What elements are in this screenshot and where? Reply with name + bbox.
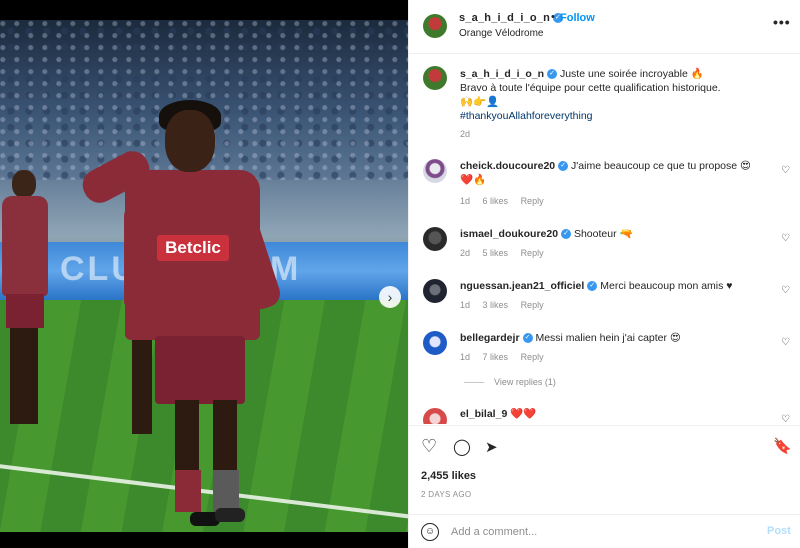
comment-text: bellegardejr ✓ Messi malien hein j'ai cap… xyxy=(460,331,770,345)
like-comment-heart-icon[interactable]: ♡ xyxy=(781,165,790,176)
post-comment-button[interactable]: Post xyxy=(767,525,791,537)
more-options-icon[interactable]: ••• xyxy=(773,14,791,30)
caption-username[interactable]: s_a_h_i_d_i_o_n xyxy=(460,68,544,80)
caption-time-text: 2d xyxy=(460,129,471,139)
comment-input[interactable] xyxy=(451,523,751,541)
like-comment-heart-icon[interactable]: ♡ xyxy=(781,285,790,296)
comment-likes[interactable]: 3 likes xyxy=(483,300,509,310)
comment-avatar[interactable] xyxy=(423,227,447,251)
add-comment-bar: ☺ Post xyxy=(409,514,800,548)
comment-body-line2: ❤️🔥 xyxy=(460,174,487,186)
verified-icon: ✓ xyxy=(547,69,558,80)
comment-body: J'aime beaucoup ce que tu propose 😍 xyxy=(571,160,751,172)
background-player xyxy=(0,170,48,430)
comment-username[interactable]: bellegardejr xyxy=(460,332,520,344)
comment-time: 2d xyxy=(460,248,471,258)
comment-text: ismael_doukoure20 ✓ Shooteur 🔫 xyxy=(460,227,770,241)
author-username-text[interactable]: s_a_h_i_d_i_o_n xyxy=(459,12,550,24)
like-comment-heart-icon[interactable]: ♡ xyxy=(781,233,790,244)
post-actions: ♡ ◯ ➤ 🔖 2,455 likes 2 DAYS AGO xyxy=(409,425,800,515)
like-comment-heart-icon[interactable]: ♡ xyxy=(781,414,790,424)
comment-item: nguessan.jean21_officiel ✓ Merci beaucoup… xyxy=(409,276,800,328)
like-heart-icon[interactable]: ♡ xyxy=(421,436,437,457)
comment-avatar[interactable] xyxy=(423,408,447,424)
comment-username[interactable]: ismael_doukoure20 xyxy=(460,228,558,240)
share-send-icon[interactable]: ➤ xyxy=(485,438,498,456)
comment-username[interactable]: cheick.doucoure20 xyxy=(460,160,555,172)
verified-icon: ✓ xyxy=(522,333,533,344)
post-side-panel: s_a_h_i_d_i_o_n ✓ • Follow Orange Vélodro… xyxy=(408,0,800,548)
reply-button[interactable]: Reply xyxy=(521,196,544,206)
comment-item: ismael_doukoure20 ✓ Shooteur 🔫 ♡ 2d 5 lik… xyxy=(409,224,800,276)
author-username[interactable]: s_a_h_i_d_i_o_n ✓ xyxy=(459,12,564,24)
likes-count[interactable]: 2,455 likes xyxy=(421,470,476,482)
comment-time: 1d xyxy=(460,300,471,310)
follow-button[interactable]: Follow xyxy=(560,12,595,24)
comment-item: bellegardejr ✓ Messi malien hein j'ai cap… xyxy=(409,328,800,380)
comment-meta: 1d 7 likes Reply xyxy=(460,352,554,362)
like-comment-heart-icon[interactable]: ♡ xyxy=(781,337,790,348)
comment-text: el_bilal_9 ❤️❤️ xyxy=(460,407,770,421)
comment-time: 1d xyxy=(460,352,471,362)
comment-avatar[interactable] xyxy=(423,159,447,183)
comment-item: el_bilal_9 ❤️❤️ ♡ xyxy=(409,404,800,424)
comment-meta: 2d 5 likes Reply xyxy=(460,248,554,258)
comment-body: Shooteur 🔫 xyxy=(573,228,633,240)
comment-meta: 1d 3 likes Reply xyxy=(460,300,554,310)
author-avatar[interactable] xyxy=(423,14,447,38)
location-link[interactable]: Orange Vélodrome xyxy=(459,28,544,39)
comment-likes[interactable]: 5 likes xyxy=(483,248,509,258)
replies-divider xyxy=(464,382,484,384)
main-player: Betclic xyxy=(77,100,300,532)
emoji-icon[interactable]: ☺ xyxy=(421,523,439,541)
caption-line1: Juste une soirée incroyable 🔥 xyxy=(559,68,704,80)
comment-body: ❤️❤️ xyxy=(510,408,537,420)
verified-icon: ✓ xyxy=(587,281,598,292)
comment-body: Merci beaucoup mon amis ♥ xyxy=(600,280,733,292)
separator-dot: • xyxy=(551,11,555,23)
reply-button[interactable]: Reply xyxy=(521,248,544,258)
comment-bubble-icon[interactable]: ◯ xyxy=(453,437,471,457)
comment-avatar[interactable] xyxy=(423,331,447,355)
post-photo[interactable]: CLUB · L'OM Betclic › xyxy=(0,20,408,532)
comment-username[interactable]: el_bilal_9 xyxy=(460,408,507,420)
comment-username[interactable]: nguessan.jean21_officiel xyxy=(460,280,584,292)
view-replies-button[interactable]: View replies (1) xyxy=(464,377,556,387)
verified-icon: ✓ xyxy=(561,229,572,240)
caption-line2: Bravo à toute l'équipe pour cette qualif… xyxy=(460,82,721,94)
view-replies-label[interactable]: View replies (1) xyxy=(494,377,556,387)
next-image-button[interactable]: › xyxy=(379,286,401,308)
comment-meta: 1d 6 likes Reply xyxy=(460,196,554,206)
caption-hashtag[interactable]: #thankyouAllahforeverything xyxy=(460,110,593,122)
comment-text: cheick.doucoure20 ✓ J'aime beaucoup ce qu… xyxy=(460,159,770,187)
reply-button[interactable]: Reply xyxy=(521,352,544,362)
comment-avatar[interactable] xyxy=(423,279,447,303)
shirt-sponsor: Betclic xyxy=(157,235,229,261)
save-bookmark-icon[interactable]: 🔖 xyxy=(773,437,792,455)
caption-line3: 🙌👉👤 xyxy=(460,96,500,108)
comment-likes[interactable]: 6 likes xyxy=(483,196,509,206)
caption-time: 2d xyxy=(460,129,480,139)
verified-icon: ✓ xyxy=(558,161,569,172)
comment-item: cheick.doucoure20 ✓ J'aime beaucoup ce qu… xyxy=(409,156,800,208)
comment-likes[interactable]: 7 likes xyxy=(483,352,509,362)
comment-text: nguessan.jean21_officiel ✓ Merci beaucoup… xyxy=(460,279,770,293)
post-date: 2 DAYS AGO xyxy=(421,490,472,499)
comment-time: 1d xyxy=(460,196,471,206)
post-header: s_a_h_i_d_i_o_n ✓ • Follow Orange Vélodro… xyxy=(409,0,800,54)
comment-body: Messi malien hein j'ai capter 😍 xyxy=(535,332,681,344)
reply-button[interactable]: Reply xyxy=(521,300,544,310)
caption-avatar[interactable] xyxy=(423,66,447,90)
caption: s_a_h_i_d_i_o_n ✓ Juste une soirée incroy… xyxy=(460,67,780,109)
